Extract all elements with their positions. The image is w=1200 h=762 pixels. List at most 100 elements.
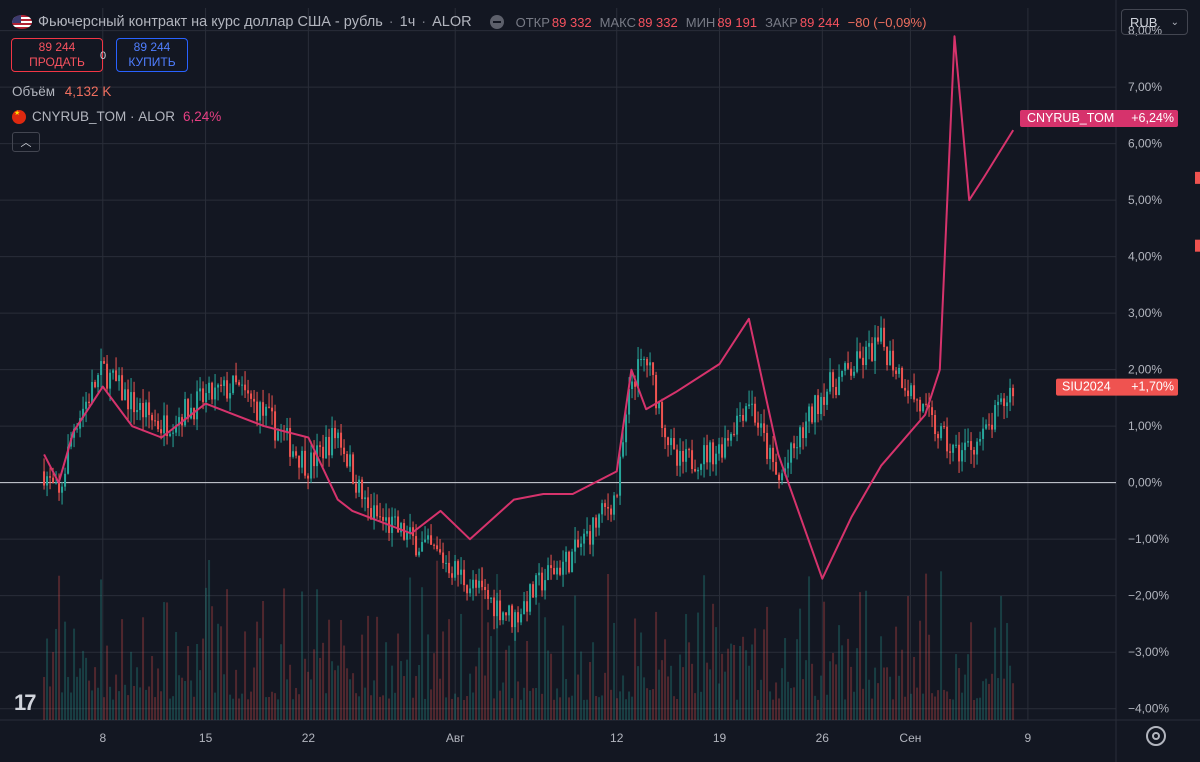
main-series-badge-value: +1,70%	[1131, 380, 1174, 394]
candle-body	[460, 569, 463, 575]
volume-bar	[241, 693, 244, 720]
settings-icon[interactable]	[1146, 726, 1166, 746]
candle-body	[265, 406, 268, 416]
candle-body	[277, 431, 280, 441]
volume-bar	[583, 699, 586, 720]
candle-body	[433, 544, 436, 546]
volume-bar	[184, 681, 187, 720]
volume-bar	[355, 693, 358, 720]
volume-bar	[616, 698, 619, 720]
volume-bar	[724, 671, 727, 720]
candle-body	[331, 428, 334, 456]
volume-bar	[907, 596, 910, 720]
currency-select[interactable]: RUB ⌄	[1121, 9, 1188, 35]
candle-body	[817, 395, 820, 415]
tradingview-logo-icon[interactable]: 17	[14, 690, 37, 716]
candle-body	[787, 462, 790, 469]
candle-body	[262, 402, 265, 416]
volume-bar	[640, 632, 643, 720]
ohlc-low-label: МИН	[685, 14, 716, 30]
volume-bar	[553, 699, 556, 720]
volume-bar	[955, 654, 958, 720]
candle-body	[910, 385, 913, 397]
volume-bar	[820, 675, 823, 720]
sell-button[interactable]: 89 244 ПРОДАТЬ	[11, 38, 103, 72]
volume-bar	[949, 699, 952, 720]
volume-bar	[814, 695, 817, 720]
volume-bar	[730, 643, 733, 720]
candle-body	[745, 406, 748, 421]
candle-body	[775, 462, 778, 475]
volume-bar	[100, 579, 103, 720]
x-tick-label: 22	[302, 731, 316, 745]
candle-body	[703, 445, 706, 465]
volume-bar	[454, 693, 457, 720]
volume-bar	[670, 665, 673, 720]
volume-bar	[208, 559, 211, 720]
volume-bar	[538, 602, 541, 720]
volume-bar	[961, 692, 964, 720]
volume-bar	[382, 695, 385, 720]
symbol-title[interactable]: Фьючерсный контракт на курс доллар США -…	[38, 14, 383, 30]
candle-body	[250, 393, 253, 399]
volume-bar	[793, 687, 796, 720]
volume-bar	[148, 686, 151, 720]
volume-bar	[910, 693, 913, 720]
candle-body	[589, 531, 592, 545]
candle-body	[430, 535, 433, 545]
candle-body	[160, 429, 163, 434]
candle-body	[142, 402, 145, 418]
candle-body	[259, 402, 262, 421]
volume-bar	[358, 696, 361, 720]
volume-bar	[763, 629, 766, 720]
candle-body	[649, 362, 652, 366]
volume-bar	[232, 698, 235, 720]
volume-bar	[385, 642, 388, 720]
interval-label[interactable]: 1ч	[400, 14, 416, 30]
volume-bar	[604, 672, 607, 720]
x-tick-label: 15	[199, 731, 213, 745]
volume-bar	[226, 589, 229, 720]
buy-button[interactable]: 89 244 КУПИТЬ	[116, 38, 188, 72]
volume-bar	[556, 688, 559, 720]
volume-bar	[304, 658, 307, 720]
volume-bar	[946, 691, 949, 720]
volume-legend[interactable]: Объём 4,132 K	[12, 84, 111, 99]
collapse-legend-button[interactable]: ︿	[12, 132, 40, 152]
y-tick-label: 7,00%	[1128, 80, 1162, 94]
volume-bar	[550, 653, 553, 720]
volume-bar	[88, 680, 91, 720]
volume-bar	[877, 683, 880, 720]
volume-bar	[43, 676, 46, 720]
volume-bar	[361, 634, 364, 720]
volume-bar	[244, 631, 247, 720]
candle-body	[268, 406, 271, 408]
y-tick-label: −1,00%	[1128, 532, 1169, 546]
volume-bar	[835, 664, 838, 720]
volume-bar	[181, 677, 184, 720]
volume-bar	[217, 623, 220, 720]
volume-bar	[979, 697, 982, 720]
candle-body	[937, 434, 940, 439]
header-separator: ·	[388, 14, 394, 30]
volume-bar	[169, 698, 172, 720]
candle-body	[394, 516, 397, 518]
candle-body	[694, 469, 697, 472]
candle-body	[199, 388, 202, 392]
volume-bar	[622, 675, 625, 720]
volume-bar	[424, 698, 427, 720]
volume-bar	[238, 698, 241, 720]
volume-bar	[166, 602, 169, 720]
candle-body	[532, 584, 535, 598]
volume-bar	[46, 638, 49, 720]
eye-off-icon[interactable]	[489, 15, 504, 29]
volume-bar	[934, 696, 937, 720]
x-tick-label: 19	[713, 731, 727, 745]
buy-label: КУПИТЬ	[128, 55, 176, 69]
compare-legend[interactable]: CNYRUB_TOM · ALOR 6,24%	[12, 109, 221, 124]
volume-bar	[928, 634, 931, 720]
volume-bar	[1006, 623, 1009, 720]
volume-bar	[202, 638, 205, 720]
candle-body	[970, 441, 973, 450]
volume-bar	[82, 650, 85, 720]
